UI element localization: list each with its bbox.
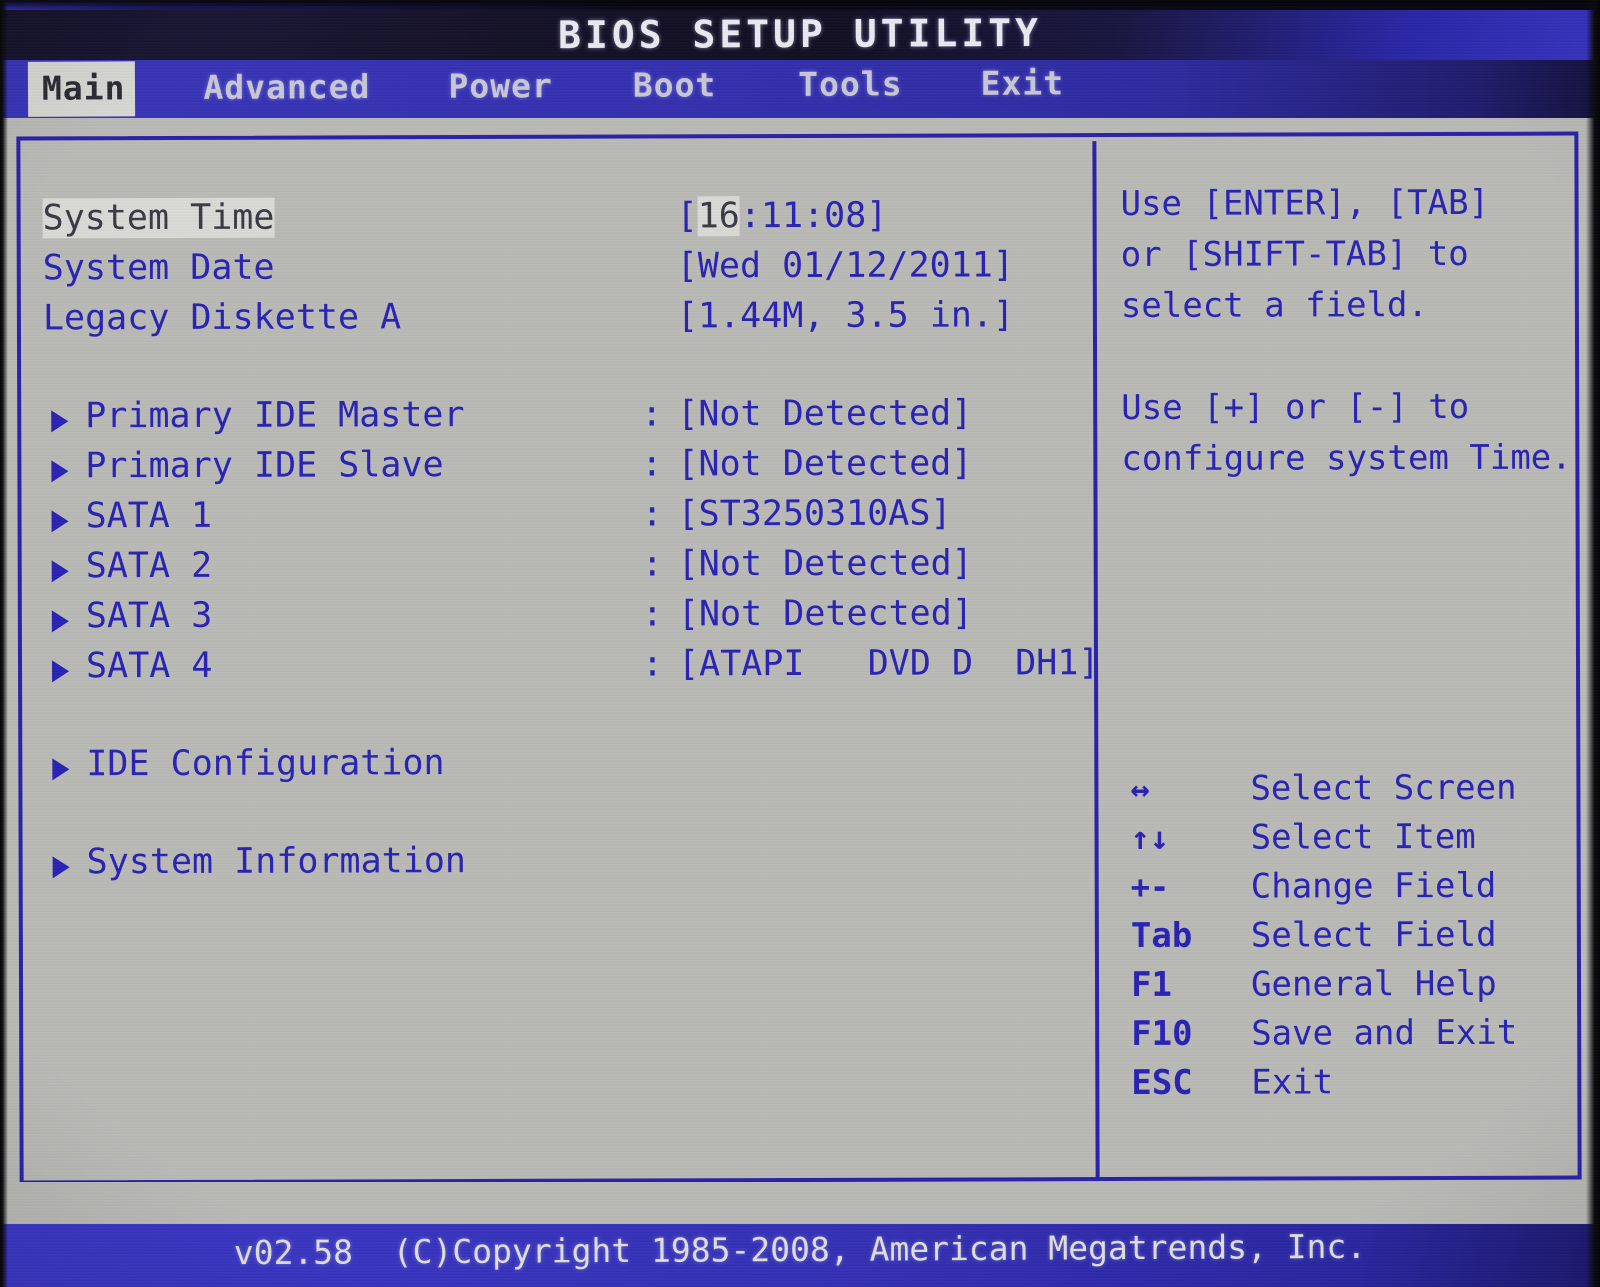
row-sata-1[interactable]: SATA 1 : [ST3250310AS] xyxy=(43,493,1073,546)
tab-list: Main Advanced Power Boot Tools Exit xyxy=(0,54,1064,118)
left-right-arrow-icon: ↔ xyxy=(1130,769,1150,808)
row-sata-2[interactable]: SATA 2 : [Not Detected] xyxy=(44,543,1074,596)
legend-row-select-item: ↑↓ Select Item xyxy=(1123,817,1573,867)
sata-1-colon: : xyxy=(641,494,663,535)
row-sata-4[interactable]: SATA 4 : [ATAPI DVD D DH1] xyxy=(44,643,1100,696)
legend-label-select-screen: Select Screen xyxy=(1250,767,1517,809)
tab-advanced[interactable]: Advanced xyxy=(203,60,370,116)
sata-2-value: [Not Detected] xyxy=(677,543,973,585)
help-line-5: configure system Time. xyxy=(1121,437,1572,479)
legend-row-exit: ESC Exit xyxy=(1123,1062,1573,1112)
legend-label-save-and-exit: Save and Exit xyxy=(1251,1012,1518,1054)
system-time-value[interactable]: [16:11:08] xyxy=(677,196,888,237)
row-sata-3[interactable]: SATA 3 : [Not Detected] xyxy=(44,593,1074,646)
system-time-bracket-open: [ xyxy=(676,196,698,237)
menu-tab-bar[interactable]: Main Advanced Power Boot Tools Exit xyxy=(0,60,1600,118)
ide-configuration-label: IDE Configuration xyxy=(86,743,445,785)
bios-screen: BIOS SETUP UTILITY Main Advanced Power B… xyxy=(0,0,1600,1287)
legacy-diskette-label: Legacy Diskette A xyxy=(42,297,402,339)
submenu-arrow-icon xyxy=(51,510,69,533)
copyright-text: v02.58 (C)Copyright 1985-2008, American … xyxy=(233,1226,1367,1273)
content-panel: System Time [16:11:08] System Date [Wed … xyxy=(16,131,1582,1185)
f1-key-icon: F1 xyxy=(1130,964,1173,1005)
system-time-hour-field[interactable]: 16 xyxy=(697,196,740,237)
sata-4-label: SATA 4 xyxy=(85,645,213,687)
primary-ide-slave-colon: : xyxy=(641,444,663,485)
system-date-label: System Date xyxy=(42,247,275,289)
sata-2-colon: : xyxy=(641,544,663,585)
sata-1-value: [ST3250310AS] xyxy=(677,493,952,535)
row-system-information[interactable]: System Information xyxy=(45,839,1075,892)
legend-row-change-field: +- Change Field xyxy=(1123,866,1573,916)
tab-tools[interactable]: Tools xyxy=(798,57,903,113)
legend-row-save-and-exit: F10 Save and Exit xyxy=(1123,1013,1573,1063)
legend-label-select-field: Select Field xyxy=(1250,914,1497,956)
row-system-time[interactable]: System Time [16:11:08] xyxy=(42,195,1073,248)
primary-ide-slave-label: Primary IDE Slave xyxy=(85,445,444,487)
submenu-arrow-icon xyxy=(52,856,70,879)
bezel-right xyxy=(1586,0,1600,1287)
plus-minus-icon: +- xyxy=(1130,867,1170,906)
submenu-arrow-icon xyxy=(51,460,69,483)
legend-row-select-screen: ↔ Select Screen xyxy=(1122,768,1572,818)
system-date-value[interactable]: [Wed 01/12/2011] xyxy=(677,245,1014,286)
legacy-diskette-value[interactable]: [1.44M, 3.5 in.] xyxy=(677,295,1014,336)
title-bar: BIOS SETUP UTILITY xyxy=(0,0,1600,62)
f10-key-icon: F10 xyxy=(1131,1013,1193,1054)
footer-gap xyxy=(0,1182,1600,1224)
sata-3-value: [Not Detected] xyxy=(677,593,973,635)
legend-row-select-field: Tab Select Field xyxy=(1123,915,1573,965)
submenu-arrow-icon xyxy=(52,660,70,683)
help-text-panel: Use [ENTER], [TAB] or [SHIFT-TAB] to sel… xyxy=(1120,178,1572,485)
legend-label-exit: Exit xyxy=(1251,1062,1334,1103)
tab-main[interactable]: Main xyxy=(27,60,136,117)
esc-key-icon: ESC xyxy=(1131,1062,1193,1103)
primary-ide-master-value: [Not Detected] xyxy=(677,393,973,435)
primary-ide-master-colon: : xyxy=(641,394,663,435)
row-primary-ide-master[interactable]: Primary IDE Master : [Not Detected] xyxy=(43,393,1073,446)
help-line-1: Use [ENTER], [TAB] xyxy=(1120,182,1490,224)
help-spacer xyxy=(1121,331,1561,383)
main-settings-list: System Time [16:11:08] System Date [Wed … xyxy=(42,195,1100,892)
system-time-label: System Time xyxy=(42,197,275,239)
row-legacy-diskette-a[interactable]: Legacy Diskette A [1.44M, 3.5 in.] xyxy=(43,295,1073,348)
row-system-date[interactable]: System Date [Wed 01/12/2011] xyxy=(43,245,1073,298)
sata-4-colon: : xyxy=(641,644,664,685)
submenu-arrow-icon xyxy=(51,410,69,433)
submenu-arrow-icon xyxy=(51,610,69,633)
sata-2-label: SATA 2 xyxy=(85,545,213,587)
primary-ide-master-label: Primary IDE Master xyxy=(85,395,465,437)
sata-1-label: SATA 1 xyxy=(85,495,213,537)
submenu-arrow-icon xyxy=(52,758,70,781)
page-title: BIOS SETUP UTILITY xyxy=(557,10,1043,58)
tab-exit[interactable]: Exit xyxy=(980,56,1064,111)
tab-power[interactable]: Power xyxy=(448,59,553,115)
help-line-2: or [SHIFT-TAB] to xyxy=(1120,233,1469,275)
submenu-arrow-icon xyxy=(51,560,69,583)
system-time-rest: :11:08] xyxy=(739,195,888,237)
legend-label-general-help: General Help xyxy=(1250,963,1497,1005)
tab-key-icon: Tab xyxy=(1130,915,1193,956)
help-line-3: select a field. xyxy=(1120,285,1429,326)
up-down-arrow-icon: ↑↓ xyxy=(1130,818,1170,857)
sata-3-colon: : xyxy=(641,594,664,635)
legend-label-select-item: Select Item xyxy=(1250,816,1476,858)
row-primary-ide-slave[interactable]: Primary IDE Slave : [Not Detected] xyxy=(43,443,1073,496)
primary-ide-slave-value: [Not Detected] xyxy=(677,443,973,485)
key-legend: ↔ Select Screen ↑↓ Select Item +- Change… xyxy=(1122,768,1573,1112)
system-information-label: System Information xyxy=(86,841,466,883)
legend-label-change-field: Change Field xyxy=(1250,865,1497,907)
legend-row-general-help: F1 General Help xyxy=(1123,964,1573,1014)
row-ide-configuration[interactable]: IDE Configuration xyxy=(44,741,1074,794)
footer-bar: v02.58 (C)Copyright 1985-2008, American … xyxy=(0,1224,1600,1287)
sata-4-value: [ATAPI DVD D DH1] xyxy=(677,643,1100,685)
help-line-4: Use [+] or [-] to xyxy=(1121,386,1470,428)
tab-boot[interactable]: Boot xyxy=(633,58,717,113)
sata-3-label: SATA 3 xyxy=(85,595,213,637)
bezel-left xyxy=(0,0,8,1287)
